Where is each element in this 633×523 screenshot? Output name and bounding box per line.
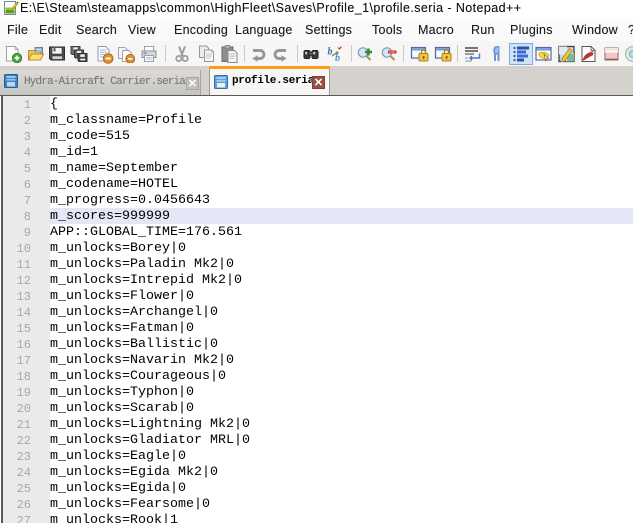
svg-text:b: b (328, 47, 333, 58)
svg-text:b: b (335, 53, 340, 62)
